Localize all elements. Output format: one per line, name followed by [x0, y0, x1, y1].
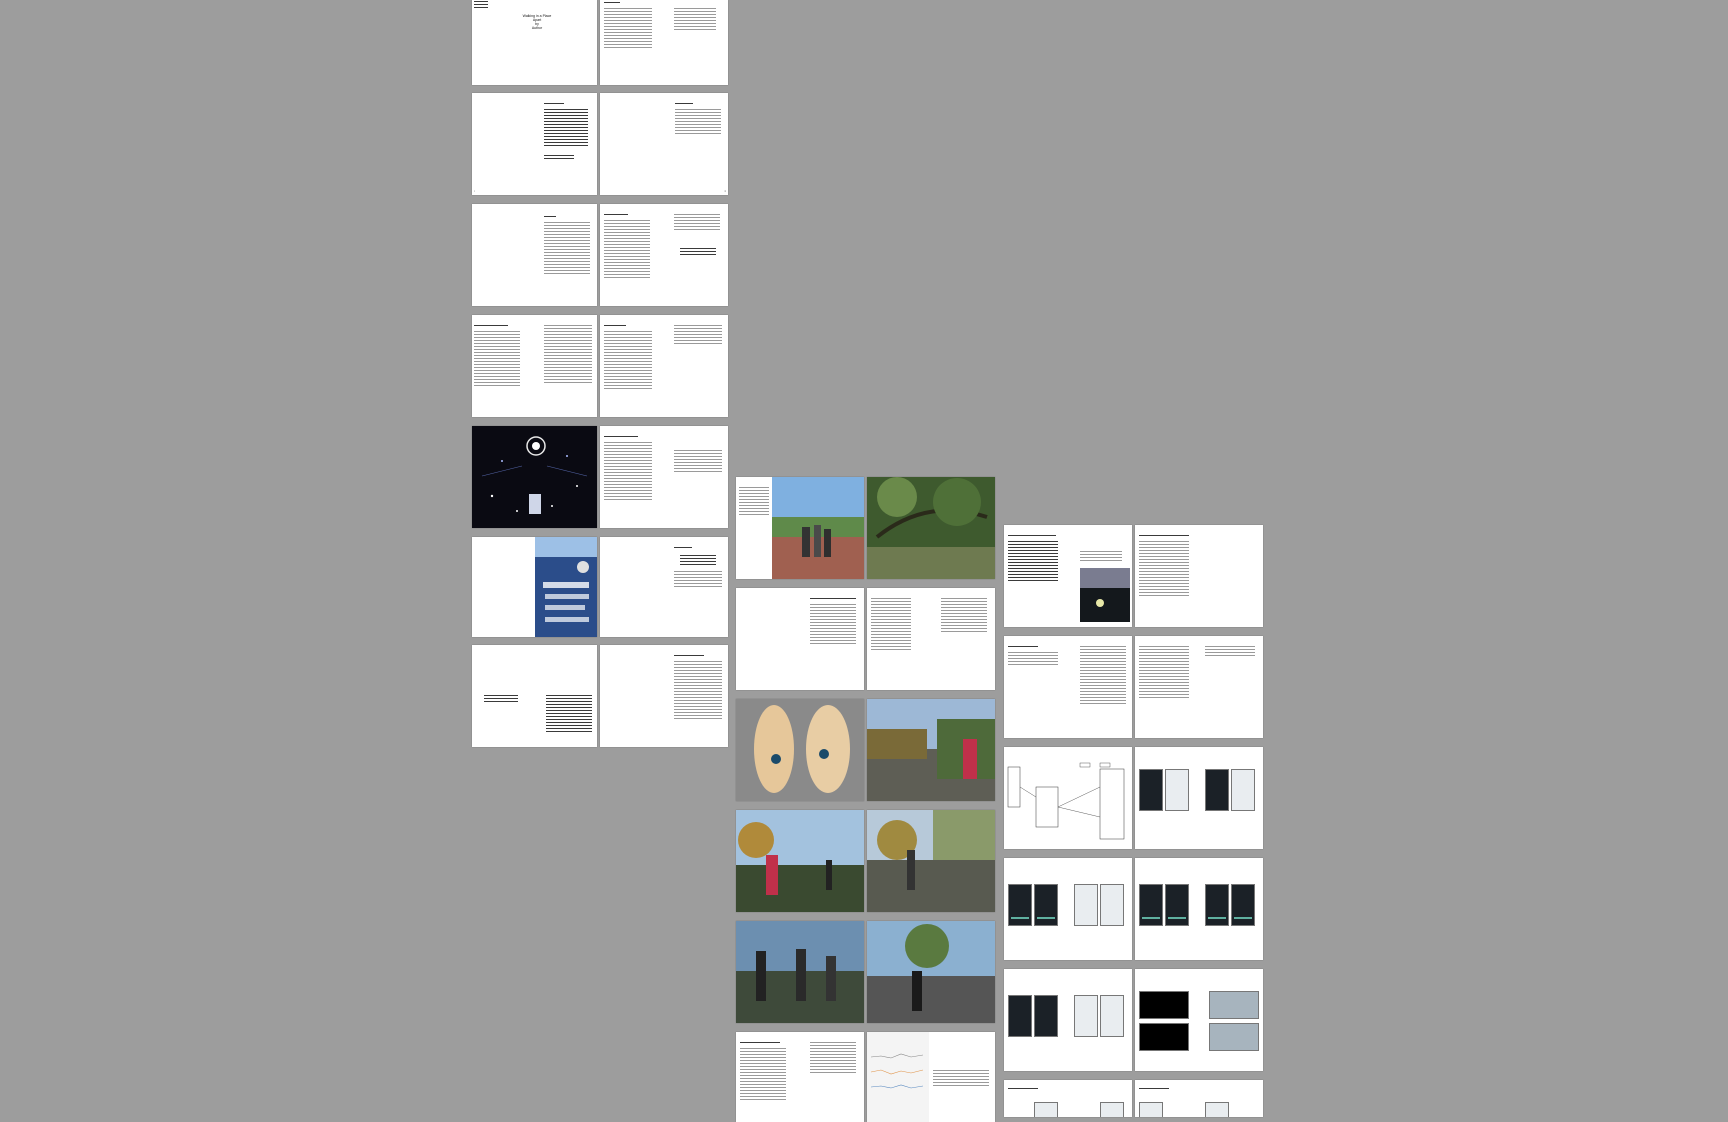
app-screenshot [1139, 1023, 1189, 1051]
page-chapter3[interactable] [600, 426, 728, 528]
page-ui-screens-d[interactable] [1004, 969, 1132, 1071]
page-photo-trees[interactable] [867, 477, 995, 579]
trees-photo-image [867, 477, 995, 579]
page-introduction[interactable] [600, 204, 728, 306]
app-screenshot [1100, 1102, 1124, 1117]
bench-photo-image [867, 921, 995, 1023]
page-chapter2[interactable] [600, 315, 728, 417]
spread-11 [736, 810, 995, 912]
page-chapter1[interactable] [472, 315, 597, 417]
spread-3 [472, 204, 728, 306]
page-photo-park3[interactable] [867, 810, 995, 912]
spread-2: i ii [472, 93, 728, 195]
park-photo-image [867, 699, 995, 801]
page-appendix[interactable] [600, 645, 728, 747]
screen-photo-image [1080, 568, 1130, 622]
app-screenshot [1100, 995, 1124, 1037]
app-screenshot [1139, 884, 1163, 926]
spread-1: Walking in a Place Apart by Author [472, 0, 728, 85]
app-screenshot [1034, 1102, 1058, 1117]
spread-8 [736, 477, 995, 579]
app-screenshot [1074, 995, 1098, 1037]
spread-14 [1004, 525, 1263, 627]
app-screenshot [1008, 995, 1032, 1037]
page-appendix-b[interactable] [1135, 525, 1263, 627]
spread-15 [1004, 636, 1263, 738]
app-screenshot [1139, 1102, 1163, 1117]
app-screenshot [1139, 769, 1163, 811]
page-epigraph[interactable] [472, 645, 597, 747]
page-acknowledgements[interactable]: i [472, 93, 597, 195]
page-ui-screens-b[interactable] [1004, 858, 1132, 960]
page-sign-photo[interactable] [472, 537, 597, 637]
page-ui-screens-f[interactable] [1004, 1080, 1132, 1117]
page-notes-a[interactable] [736, 588, 864, 690]
page-data-graph[interactable] [867, 1032, 995, 1122]
spread-12 [736, 921, 995, 1023]
flow-diagram [1007, 762, 1125, 840]
page-appendix-a[interactable] [1004, 525, 1132, 627]
page-contents[interactable] [600, 0, 728, 85]
spread-18 [1004, 969, 1263, 1071]
spread-10 [736, 699, 995, 801]
page-photo-night[interactable] [472, 426, 597, 528]
park-photo-image [736, 810, 864, 912]
park-photo-image [867, 810, 995, 912]
app-screenshot [1034, 995, 1058, 1037]
page-photo-group[interactable] [736, 921, 864, 1023]
feet-photo-image [736, 699, 864, 801]
page-ui-screens-c[interactable] [1135, 858, 1263, 960]
spread-4 [472, 315, 728, 417]
app-screenshot [1205, 769, 1229, 811]
spread-9 [736, 588, 995, 690]
app-screenshot [1209, 1023, 1259, 1051]
page-appendix-c[interactable] [1004, 636, 1132, 738]
page-diagram[interactable] [1004, 747, 1132, 849]
title-line: Author [531, 26, 543, 30]
page-preface[interactable] [472, 204, 597, 306]
page-title[interactable]: Walking in a Place Apart by Author [472, 0, 597, 85]
spread-7 [472, 645, 728, 747]
night-photo-image [472, 426, 597, 528]
page-photo-crowd[interactable] [736, 477, 864, 579]
page-photo-park1[interactable] [867, 699, 995, 801]
page-photo-feet[interactable] [736, 699, 864, 801]
app-screenshot [1165, 884, 1189, 926]
app-screenshot [1231, 884, 1255, 926]
page-data-notes[interactable] [736, 1032, 864, 1122]
spread-13 [736, 1032, 995, 1122]
title-block: Walking in a Place Apart by Author [512, 14, 562, 30]
app-screenshot [1139, 991, 1189, 1019]
app-screenshot [1008, 884, 1032, 926]
page-note[interactable]: ii [600, 93, 728, 195]
spread-6 [472, 537, 728, 637]
app-screenshot [1100, 884, 1124, 926]
page-ui-screens-e[interactable] [1135, 969, 1263, 1071]
page-notes-b[interactable] [867, 588, 995, 690]
page-photo-park2[interactable] [736, 810, 864, 912]
page-photo-bench[interactable] [867, 921, 995, 1023]
page-appendix-d[interactable] [1135, 636, 1263, 738]
page-conclusion[interactable] [600, 537, 728, 637]
spread-19 [1004, 1080, 1263, 1117]
app-screenshot [1165, 769, 1189, 811]
crowd-photo-image [772, 477, 864, 579]
spread-16 [1004, 747, 1263, 849]
graph-figure [867, 1032, 929, 1122]
page-ui-screens-a[interactable] [1135, 747, 1263, 849]
spread-17 [1004, 858, 1263, 960]
group-photo-image [736, 921, 864, 1023]
app-screenshot [1231, 769, 1255, 811]
page-ui-screens-g[interactable] [1135, 1080, 1263, 1117]
app-screenshot [1205, 884, 1229, 926]
sign-photo-image [535, 537, 597, 637]
app-screenshot [1209, 991, 1259, 1019]
app-screenshot [1205, 1102, 1229, 1117]
document-viewer: { "viewer": { "background": "#9d9d9d" },… [0, 0, 1728, 1122]
app-screenshot [1074, 884, 1098, 926]
app-screenshot [1034, 884, 1058, 926]
spread-5 [472, 426, 728, 528]
